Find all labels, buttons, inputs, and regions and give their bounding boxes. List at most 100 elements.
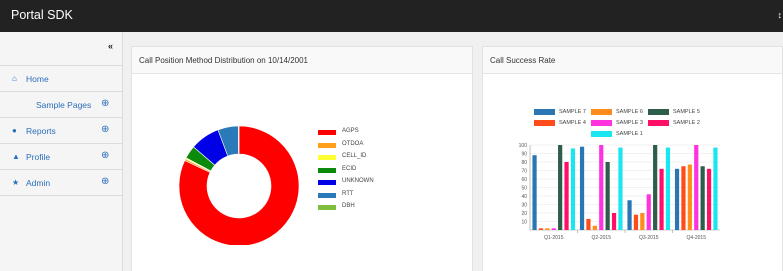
legend-swatch [318, 180, 336, 185]
bar-sample-6[interactable] [687, 164, 692, 230]
bar-sample-4[interactable] [633, 214, 639, 230]
bar-sample-4[interactable] [586, 218, 591, 230]
sidebar-item-profile[interactable]: ▲ Profile ⊕ [0, 144, 122, 170]
home-icon: ⌂ [12, 74, 17, 83]
y-tick-label: 70 [521, 169, 527, 175]
sidebar-item-label: Profile [26, 152, 51, 162]
legend-swatch [648, 109, 669, 115]
sidebar-item-label: Home [26, 74, 49, 84]
legend-swatch [591, 109, 612, 115]
x-tick-label: Q4-2015 [687, 235, 707, 241]
legend-swatch [534, 120, 555, 126]
legend-label: ECID [342, 165, 357, 172]
bar-sample-3[interactable] [599, 145, 604, 230]
legend-label: SAMPLE 7 [559, 109, 586, 115]
panel-header: Call Success Rate [483, 47, 782, 74]
legend-swatch [318, 167, 336, 173]
bar-sample-1[interactable] [570, 148, 576, 230]
panel-title: Call Success Rate [490, 56, 556, 65]
legend-swatch [591, 131, 612, 137]
bar-sample-5[interactable] [558, 145, 563, 230]
brand-title[interactable]: Portal SDK [11, 8, 73, 22]
bar-sample-2[interactable] [706, 168, 712, 230]
bar-sample-6[interactable] [640, 213, 645, 230]
call-success-panel: Call Success Rate SAMPLE 7 SAMPLE 6 SAMPLE… [482, 46, 783, 271]
y-tick-label: 20 [521, 211, 527, 217]
legend-label: DBH [342, 203, 355, 209]
legend-swatch [318, 155, 336, 160]
panel-header: Call Position Method Distribution on 10/… [132, 47, 472, 74]
bar-sample-7[interactable] [627, 200, 632, 230]
bar-sample-7[interactable] [532, 155, 537, 230]
bar-sample-5[interactable] [653, 145, 658, 230]
legend-label: SAMPLE 1 [616, 131, 643, 137]
donut-slice-dbh[interactable] [237, 125, 240, 155]
sidebar-item-sample-pages[interactable]: Sample Pages ⊕ [0, 92, 122, 118]
legend-label: AGPS [342, 128, 359, 134]
bar-sample-6[interactable] [545, 228, 550, 230]
bar-sample-3[interactable] [551, 228, 556, 230]
sidebar-item-label: Sample Pages [36, 100, 92, 110]
bar-chart: 10 20 30 40 50 60 70 80 90 100 Q1-2015 Q2-2015 Q3-20… [519, 143, 720, 241]
legend-label: SAMPLE 2 [673, 120, 700, 126]
y-tick-label: 10 [521, 220, 527, 226]
sidebar-item-admin[interactable]: ★ Admin ⊕ [0, 170, 122, 196]
bar-sample-3[interactable] [694, 145, 699, 230]
legend-swatch [534, 109, 555, 115]
y-tick-label: 30 [521, 203, 527, 209]
panel-title: Call Position Method Distribution on 10/… [139, 56, 308, 65]
y-tick-label: 60 [521, 177, 527, 183]
resize-icon[interactable]: ↕ [778, 10, 783, 20]
legend-label: CELL_ID [342, 153, 367, 159]
legend-label: SAMPLE 6 [616, 109, 643, 115]
expand-icon[interactable]: ⊕ [101, 98, 109, 109]
bar-sample-7[interactable] [674, 168, 680, 230]
legend-label: UNKNOWN [342, 178, 374, 184]
donut-chart [178, 125, 300, 245]
top-navbar: Portal SDK ↕ [0, 0, 783, 32]
y-tick-label: 50 [521, 186, 527, 192]
legend-swatch [591, 120, 612, 126]
sidebar-item-label: Admin [26, 178, 51, 188]
y-tick-label: 100 [519, 143, 528, 149]
bar-sample-1[interactable] [618, 147, 623, 230]
legend-label: SAMPLE 3 [616, 120, 643, 126]
bar-sample-4[interactable] [538, 228, 544, 230]
legend-swatch [318, 130, 336, 135]
legend-label: SAMPLE 5 [673, 109, 700, 115]
position-method-panel: Call Position Method Distribution on 10/… [131, 46, 473, 271]
bar-sample-5[interactable] [700, 166, 705, 230]
sidebar-item-reports[interactable]: ● Reports ⊕ [0, 118, 122, 144]
collapse-sidebar-icon[interactable]: « [108, 41, 113, 51]
legend-swatch [318, 192, 336, 198]
profile-icon: ▲ [12, 152, 20, 161]
expand-icon[interactable]: ⊕ [101, 176, 109, 187]
legend-swatch [318, 142, 336, 148]
x-tick-label: Q1-2015 [544, 235, 564, 241]
bar-sample-4[interactable] [681, 166, 686, 230]
sidebar-item-label: Reports [26, 126, 56, 136]
reports-icon: ● [12, 126, 17, 135]
legend-swatch [318, 205, 336, 210]
bar-sample-2[interactable] [611, 213, 617, 230]
y-tick-label: 80 [521, 160, 527, 166]
bar-sample-1[interactable] [713, 147, 718, 230]
bar-sample-2[interactable] [659, 168, 664, 230]
x-tick-label: Q3-2015 [639, 235, 659, 241]
y-tick-label: 90 [521, 152, 527, 158]
sidebar-item-home[interactable]: ⌂ Home [0, 66, 122, 92]
bar-sample-2[interactable] [564, 162, 569, 230]
sidebar-nav: ⌂ Home Sample Pages ⊕ ● Reports ⊕ ▲ Prof… [0, 65, 122, 196]
sidebar: « ⌂ Home Sample Pages ⊕ ● Reports ⊕ ▲ Pr… [0, 32, 123, 271]
bar-sample-1[interactable] [665, 147, 671, 230]
bar-sample-7[interactable] [579, 146, 585, 230]
bar-sample-5[interactable] [605, 162, 610, 230]
expand-icon[interactable]: ⊕ [101, 124, 109, 135]
expand-icon[interactable]: ⊕ [101, 150, 109, 161]
legend-label: SAMPLE 4 [559, 120, 586, 126]
admin-icon: ★ [12, 178, 20, 187]
legend-label: OTDOA [342, 140, 364, 147]
bar-sample-3[interactable] [646, 194, 651, 230]
y-tick-label: 40 [521, 194, 527, 200]
bar-sample-6[interactable] [592, 225, 597, 230]
